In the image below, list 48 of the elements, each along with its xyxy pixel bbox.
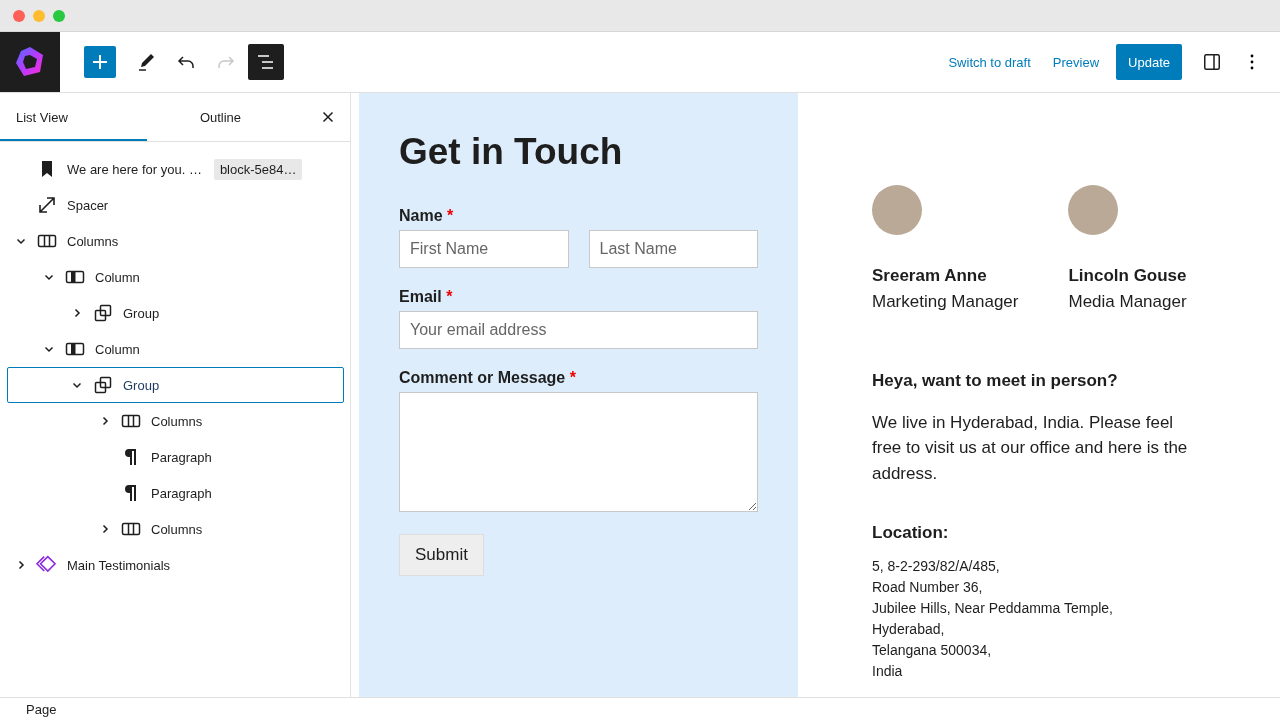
list-view-item[interactable]: Main Testimonials (7, 547, 344, 583)
toolbar-link[interactable]: Switch to draft (939, 46, 1040, 78)
address-line: 5, 8-2-293/82/A/485, (872, 556, 1001, 576)
site-logo[interactable] (0, 32, 60, 92)
sidebar-tab[interactable]: Outline (147, 93, 294, 141)
close-icon[interactable] (320, 109, 336, 125)
list-view-item[interactable]: Column (7, 331, 344, 367)
list-view-item[interactable]: Group (7, 367, 344, 403)
paragraph: We live in Hyderabad, India. Please feel free to visit us at our office and here is the address. (872, 411, 1189, 485)
field-label: Name * (399, 207, 455, 225)
section-heading: Location: (872, 522, 950, 544)
list-view-item[interactable]: Spacer (7, 187, 344, 223)
status-bar: Page (0, 697, 1280, 721)
form-title: Get in Touch (399, 131, 624, 173)
list-view-button[interactable] (248, 44, 284, 80)
list-view-item[interactable]: Columns (7, 403, 344, 439)
list-view-item[interactable]: Paragraph (7, 475, 344, 511)
message-field[interactable] (399, 392, 758, 512)
address-line: Road Number 36, (872, 577, 984, 597)
submit-button[interactable]: Submit (399, 534, 484, 576)
person-role: Marketing Manager (872, 290, 1019, 313)
list-view-item[interactable]: Group (7, 295, 344, 331)
list-view-item[interactable]: Columns (7, 223, 344, 259)
sidebar-tab[interactable]: List View (0, 93, 147, 141)
person-name: Sreeram Anne (872, 265, 988, 287)
list-view-item[interactable]: Column (7, 259, 344, 295)
person-name: Lincoln Gouse (1068, 265, 1188, 287)
plus-icon (90, 52, 110, 72)
field-label: Comment or Message * (399, 369, 577, 387)
address-line: Jubilee Hills, Near Peddamma Temple, (872, 598, 1114, 618)
avatar-placeholder (872, 185, 922, 235)
address-line: Telangana 500034, (872, 640, 993, 660)
update-button[interactable]: Update (1116, 44, 1182, 80)
input-field[interactable]: First Name (399, 230, 569, 268)
toolbar-link[interactable]: Preview (1043, 46, 1109, 78)
address-line: India (872, 661, 904, 681)
add-block-button[interactable] (84, 46, 116, 78)
avatar-placeholder (1068, 185, 1119, 235)
input-field[interactable]: Last Name (588, 230, 758, 268)
anchor-badge: block-5e84… (213, 158, 303, 180)
list-view-item[interactable]: We are here for you. … block-5e84… (7, 151, 344, 187)
list-view-item[interactable]: Columns (7, 511, 344, 547)
section-heading: Heya, want to meet in person? (872, 370, 1119, 392)
field-label: Email * (399, 288, 454, 306)
list-view-item[interactable]: Paragraph (7, 439, 344, 475)
address-line: Hyderabad, (872, 619, 946, 639)
person-role: Media Manager (1068, 290, 1188, 313)
input-field[interactable]: Your email address (399, 311, 758, 349)
